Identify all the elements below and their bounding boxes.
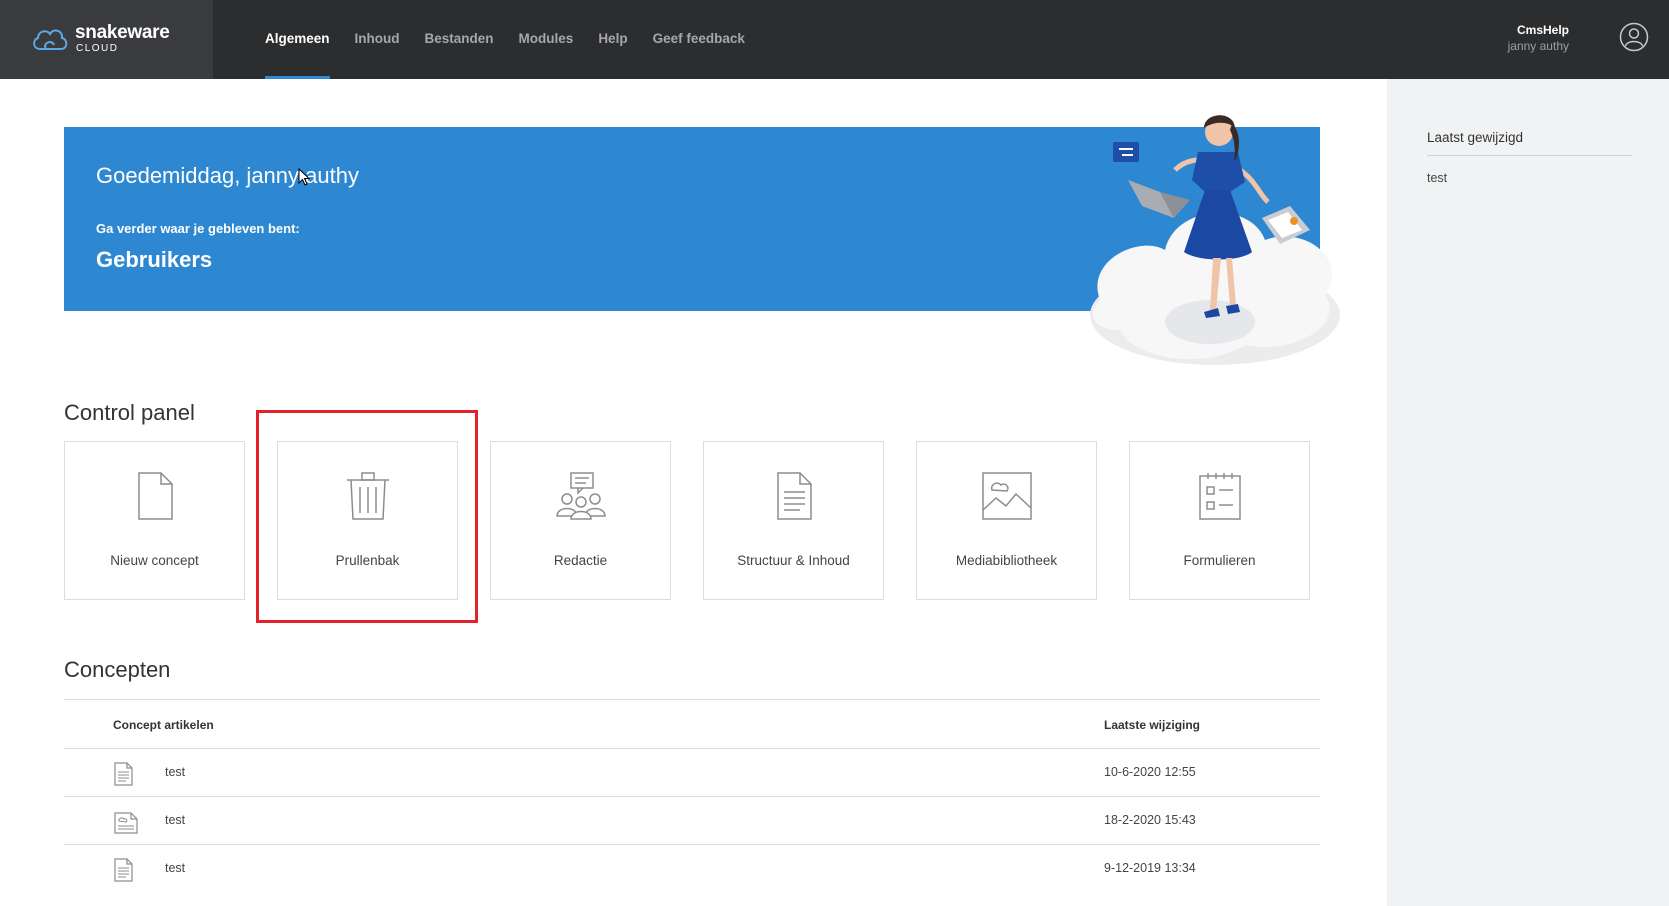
- concept-date: 18-2-2020 15:43: [1104, 813, 1196, 827]
- tile-label: Prullenbak: [335, 553, 400, 568]
- tile-label: Redactie: [553, 553, 608, 568]
- concept-date: 10-6-2020 12:55: [1104, 765, 1196, 779]
- brand-sub: CLOUD: [76, 43, 119, 54]
- tile-mediabibliotheek[interactable]: Mediabibliotheek: [916, 441, 1097, 600]
- nav-algemeen[interactable]: Algemeen: [265, 0, 330, 79]
- tile-formulieren[interactable]: Formulieren: [1129, 441, 1310, 600]
- table-row[interactable]: test 9-12-2019 13:34: [64, 844, 1320, 892]
- nav-inhoud[interactable]: Inhoud: [355, 0, 400, 79]
- cloud-logo-icon: [33, 29, 68, 50]
- user-menu[interactable]: CmsHelp janny authy: [1508, 23, 1569, 53]
- tile-label: Nieuw concept: [110, 553, 199, 568]
- form-icon: [1198, 473, 1241, 520]
- control-panel-title: Control panel: [64, 400, 195, 425]
- top-bar: snakeware CLOUD Algemeen Inhoud Bestande…: [0, 0, 1669, 79]
- tile-redactie[interactable]: Redactie: [490, 441, 671, 600]
- tile-structuur-inhoud[interactable]: Structuur & Inhoud: [703, 441, 884, 600]
- trash-icon: [346, 472, 389, 520]
- concept-name: test: [165, 765, 186, 779]
- tile-label: Formulieren: [1183, 553, 1256, 568]
- concept-name: test: [165, 861, 186, 875]
- column-header-wijziging[interactable]: Laatste wijziging: [1104, 718, 1200, 732]
- nav-bestanden[interactable]: Bestanden: [425, 0, 494, 79]
- user-app-name: CmsHelp: [1516, 23, 1569, 37]
- sidebar-item[interactable]: test: [1427, 171, 1447, 185]
- user-avatar-icon[interactable]: [1619, 22, 1649, 52]
- nav-help[interactable]: Help: [598, 0, 627, 79]
- document-icon: [114, 762, 133, 786]
- user-name: janny authy: [1507, 39, 1569, 53]
- tile-prullenbak[interactable]: Prullenbak: [277, 441, 458, 600]
- table-divider: [64, 699, 1320, 700]
- table-row[interactable]: test 18-2-2020 15:43: [64, 796, 1320, 844]
- tile-nieuw-concept[interactable]: Nieuw concept: [64, 441, 245, 600]
- concept-date: 9-12-2019 13:34: [1104, 861, 1196, 875]
- continue-label: Ga verder waar je gebleven bent:: [96, 221, 300, 236]
- woman-on-cloud-illustration: [1090, 115, 1340, 365]
- logo[interactable]: snakeware CLOUD: [0, 0, 213, 79]
- nav-feedback[interactable]: Geef feedback: [653, 0, 745, 79]
- nav-modules[interactable]: Modules: [519, 0, 574, 79]
- image-icon: [981, 472, 1032, 520]
- greeting: Goedemiddag, janny authy: [96, 163, 359, 188]
- sidebar-divider: [1427, 155, 1632, 156]
- new-document-icon: [137, 472, 173, 520]
- editorial-team-icon: [555, 472, 606, 520]
- image-document-icon: [114, 812, 138, 834]
- main-nav: Algemeen Inhoud Bestanden Modules Help G…: [265, 0, 770, 79]
- sidebar-title: Laatst gewijzigd: [1427, 130, 1524, 145]
- recent-sidebar: Laatst gewijzigd test: [1387, 79, 1669, 906]
- mouse-cursor-icon: [298, 168, 310, 186]
- structure-document-icon: [776, 472, 812, 520]
- column-header-concept[interactable]: Concept artikelen: [113, 718, 214, 732]
- concept-name: test: [165, 813, 186, 827]
- brand-name: snakeware: [75, 22, 170, 43]
- tile-label: Structuur & Inhoud: [737, 553, 850, 568]
- table-row[interactable]: test 10-6-2020 12:55: [64, 748, 1320, 796]
- continue-link[interactable]: Gebruikers: [96, 247, 212, 273]
- tile-label: Mediabibliotheek: [955, 553, 1058, 568]
- document-icon: [114, 858, 133, 882]
- concepten-title: Concepten: [64, 657, 171, 682]
